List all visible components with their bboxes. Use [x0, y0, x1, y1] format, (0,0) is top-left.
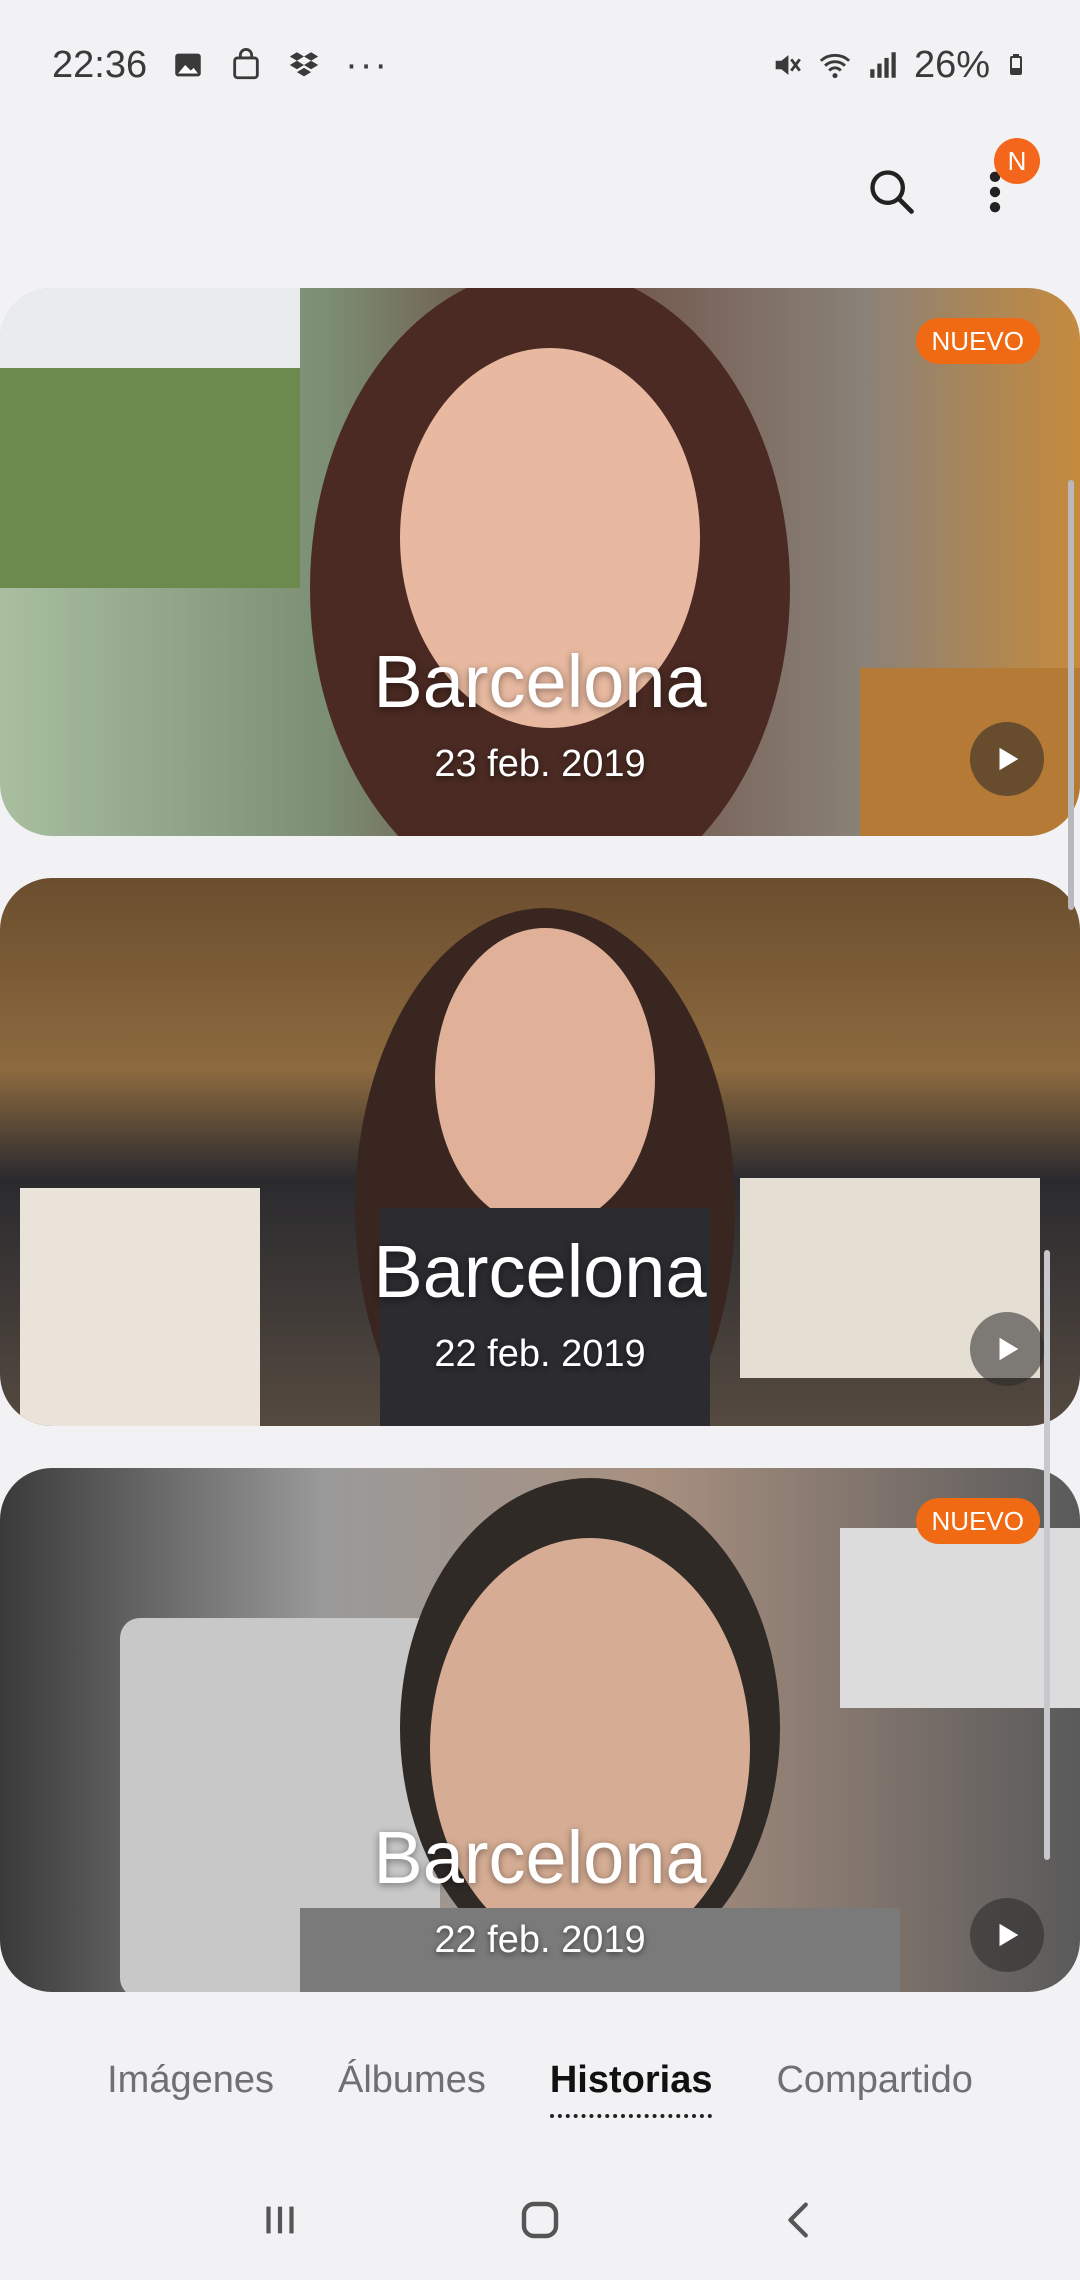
status-bar: 22:36 ··· 26%: [0, 0, 1080, 130]
tab-compartido[interactable]: Compartido: [744, 2059, 1004, 2102]
scrollbar[interactable]: [1068, 480, 1074, 910]
more-dots-icon: ···: [345, 43, 390, 86]
bottom-tabs: Imágenes Álbumes Historias Compartido: [0, 2020, 1080, 2140]
search-icon: [870, 170, 914, 214]
new-badge: NUEVO: [915, 318, 1040, 364]
story-photo: [0, 1468, 1080, 1992]
back-icon: [788, 2202, 808, 2238]
play-icon: [999, 1337, 1019, 1361]
story-card[interactable]: Barcelona 22 feb. 2019: [0, 878, 1080, 1426]
tab-albumes[interactable]: Álbumes: [306, 2059, 518, 2102]
story-date: 22 feb. 2019: [434, 1333, 646, 1375]
play-button[interactable]: [970, 1898, 1044, 1972]
gallery-icon: [175, 53, 201, 77]
back-button[interactable]: [765, 2185, 835, 2255]
story-date: 22 feb. 2019: [434, 1919, 646, 1961]
notification-badge: N: [994, 138, 1040, 184]
tab-imagenes[interactable]: Imágenes: [75, 2059, 306, 2102]
home-icon: [521, 2201, 559, 2239]
play-button[interactable]: [970, 722, 1044, 796]
system-nav-bar: [0, 2160, 1080, 2280]
dropbox-icon: [289, 52, 319, 77]
story-title: Barcelona: [373, 640, 707, 723]
signal-icon: [870, 52, 896, 78]
play-icon: [999, 1923, 1019, 1947]
recents-icon: [266, 2206, 294, 2234]
app-bar: N: [0, 130, 1080, 280]
recents-button[interactable]: [245, 2185, 315, 2255]
mute-icon: [775, 55, 801, 75]
search-button[interactable]: [862, 152, 922, 232]
play-button[interactable]: [970, 1312, 1044, 1386]
story-date: 23 feb. 2019: [434, 743, 646, 785]
new-badge: NUEVO: [915, 1498, 1040, 1544]
story-title: Barcelona: [373, 1816, 707, 1899]
battery-percent: 26%: [913, 43, 990, 86]
play-icon: [999, 747, 1019, 771]
battery-icon: [1010, 54, 1022, 75]
home-button[interactable]: [505, 2185, 575, 2255]
scroll-indicator: [1044, 1250, 1050, 1860]
story-card[interactable]: NUEVO Barcelona 22 feb. 2019: [0, 1468, 1080, 1992]
wifi-icon: [819, 53, 851, 79]
story-card[interactable]: NUEVO Barcelona 23 feb. 2019: [0, 288, 1080, 836]
story-title: Barcelona: [373, 1230, 707, 1313]
bag-icon: [233, 48, 259, 80]
status-time: 22:36: [52, 43, 148, 86]
tab-historias[interactable]: Historias: [518, 2059, 745, 2118]
